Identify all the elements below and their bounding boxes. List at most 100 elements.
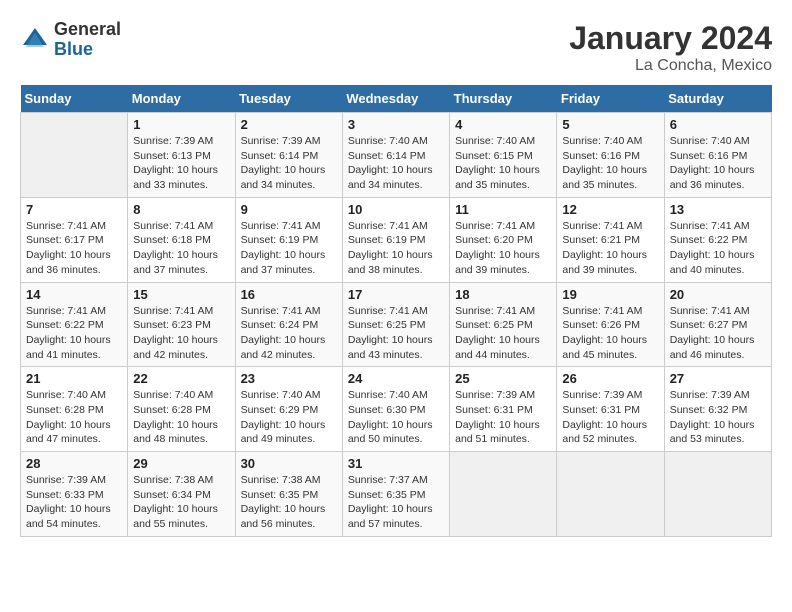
day-info: Sunrise: 7:40 AMSunset: 6:14 PMDaylight:… — [348, 134, 444, 193]
calendar-cell: 3Sunrise: 7:40 AMSunset: 6:14 PMDaylight… — [342, 113, 449, 198]
day-info: Sunrise: 7:39 AMSunset: 6:31 PMDaylight:… — [562, 388, 658, 447]
day-info: Sunrise: 7:40 AMSunset: 6:28 PMDaylight:… — [26, 388, 122, 447]
logo-blue: Blue — [54, 40, 121, 60]
calendar-cell: 19 Sunrise: 7:41 AMSunset: 6:26 PMDayligh… — [557, 282, 664, 367]
day-info: Sunrise: 7:41 AMSunset: 6:22 PMDaylight:… — [670, 219, 766, 278]
day-header-wednesday: Wednesday — [342, 85, 449, 113]
day-info: Sunrise: 7:40 AMSunset: 6:28 PMDaylight:… — [133, 388, 229, 447]
day-info: Sunrise: 7:40 AMSunset: 6:16 PMDaylight:… — [670, 134, 766, 193]
calendar-cell: 17 Sunrise: 7:41 AMSunset: 6:25 PMDayligh… — [342, 282, 449, 367]
day-number: 2 — [241, 117, 337, 132]
day-header-sunday: Sunday — [21, 85, 128, 113]
main-title: January 2024 — [569, 20, 772, 57]
logo: General Blue — [20, 20, 121, 60]
day-number: 6 — [670, 117, 766, 132]
calendar-cell: 28 Sunrise: 7:39 AMSunset: 6:33 PMDayligh… — [21, 452, 128, 537]
calendar-cell: 12 Sunrise: 7:41 AMSunset: 6:21 PMDayligh… — [557, 197, 664, 282]
day-number: 31 — [348, 456, 444, 471]
calendar-cell: 6 Sunrise: 7:40 AMSunset: 6:16 PMDaylight… — [664, 113, 771, 198]
calendar-cell: 13Sunrise: 7:41 AMSunset: 6:22 PMDayligh… — [664, 197, 771, 282]
calendar-cell: 1 Sunrise: 7:39 AMSunset: 6:13 PMDaylight… — [128, 113, 235, 198]
day-number: 4 — [455, 117, 551, 132]
day-info: Sunrise: 7:41 AMSunset: 6:25 PMDaylight:… — [348, 304, 444, 363]
day-info: Sunrise: 7:41 AMSunset: 6:26 PMDaylight:… — [562, 304, 658, 363]
calendar-cell: 29 Sunrise: 7:38 AMSunset: 6:34 PMDayligh… — [128, 452, 235, 537]
calendar-cell: 27 Sunrise: 7:39 AMSunset: 6:32 PMDayligh… — [664, 367, 771, 452]
week-row: 14 Sunrise: 7:41 AMSunset: 6:22 PMDayligh… — [21, 282, 772, 367]
day-number: 17 — [348, 287, 444, 302]
calendar-cell: 10 Sunrise: 7:41 AMSunset: 6:19 PMDayligh… — [342, 197, 449, 282]
day-info: Sunrise: 7:41 AMSunset: 6:18 PMDaylight:… — [133, 219, 229, 278]
calendar-cell: 11 Sunrise: 7:41 AMSunset: 6:20 PMDayligh… — [450, 197, 557, 282]
week-row: 7Sunrise: 7:41 AMSunset: 6:17 PMDaylight… — [21, 197, 772, 282]
calendar-table: SundayMondayTuesdayWednesdayThursdayFrid… — [20, 85, 772, 537]
day-number: 30 — [241, 456, 337, 471]
day-info: Sunrise: 7:41 AMSunset: 6:25 PMDaylight:… — [455, 304, 551, 363]
calendar-cell: 20Sunrise: 7:41 AMSunset: 6:27 PMDayligh… — [664, 282, 771, 367]
calendar-cell: 30 Sunrise: 7:38 AMSunset: 6:35 PMDayligh… — [235, 452, 342, 537]
day-info: Sunrise: 7:41 AMSunset: 6:24 PMDaylight:… — [241, 304, 337, 363]
day-info: Sunrise: 7:41 AMSunset: 6:27 PMDaylight:… — [670, 304, 766, 363]
day-info: Sunrise: 7:39 AMSunset: 6:13 PMDaylight:… — [133, 134, 229, 193]
week-row: 21 Sunrise: 7:40 AMSunset: 6:28 PMDayligh… — [21, 367, 772, 452]
day-info: Sunrise: 7:41 AMSunset: 6:23 PMDaylight:… — [133, 304, 229, 363]
day-number: 25 — [455, 371, 551, 386]
day-info: Sunrise: 7:40 AMSunset: 6:15 PMDaylight:… — [455, 134, 551, 193]
page-header: General Blue January 2024 La Concha, Mex… — [20, 20, 772, 75]
calendar-cell: 9 Sunrise: 7:41 AMSunset: 6:19 PMDaylight… — [235, 197, 342, 282]
calendar-cell — [450, 452, 557, 537]
calendar-cell: 25 Sunrise: 7:39 AMSunset: 6:31 PMDayligh… — [450, 367, 557, 452]
logo-icon — [20, 25, 50, 55]
header-row: SundayMondayTuesdayWednesdayThursdayFrid… — [21, 85, 772, 113]
day-number: 1 — [133, 117, 229, 132]
day-info: Sunrise: 7:40 AMSunset: 6:30 PMDaylight:… — [348, 388, 444, 447]
calendar-cell: 16 Sunrise: 7:41 AMSunset: 6:24 PMDayligh… — [235, 282, 342, 367]
calendar-cell: 14 Sunrise: 7:41 AMSunset: 6:22 PMDayligh… — [21, 282, 128, 367]
day-info: Sunrise: 7:41 AMSunset: 6:21 PMDaylight:… — [562, 219, 658, 278]
day-number: 11 — [455, 202, 551, 217]
day-info: Sunrise: 7:41 AMSunset: 6:19 PMDaylight:… — [241, 219, 337, 278]
day-number: 12 — [562, 202, 658, 217]
day-header-saturday: Saturday — [664, 85, 771, 113]
day-number: 26 — [562, 371, 658, 386]
day-info: Sunrise: 7:41 AMSunset: 6:22 PMDaylight:… — [26, 304, 122, 363]
day-number: 23 — [241, 371, 337, 386]
logo-general: General — [54, 20, 121, 40]
day-info: Sunrise: 7:37 AMSunset: 6:35 PMDaylight:… — [348, 473, 444, 532]
day-info: Sunrise: 7:39 AMSunset: 6:32 PMDaylight:… — [670, 388, 766, 447]
week-row: 1 Sunrise: 7:39 AMSunset: 6:13 PMDaylight… — [21, 113, 772, 198]
day-number: 24 — [348, 371, 444, 386]
day-info: Sunrise: 7:39 AMSunset: 6:33 PMDaylight:… — [26, 473, 122, 532]
title-block: January 2024 La Concha, Mexico — [569, 20, 772, 75]
day-number: 9 — [241, 202, 337, 217]
calendar-cell: 15Sunrise: 7:41 AMSunset: 6:23 PMDayligh… — [128, 282, 235, 367]
week-row: 28 Sunrise: 7:39 AMSunset: 6:33 PMDayligh… — [21, 452, 772, 537]
calendar-cell: 23Sunrise: 7:40 AMSunset: 6:29 PMDayligh… — [235, 367, 342, 452]
day-info: Sunrise: 7:38 AMSunset: 6:34 PMDaylight:… — [133, 473, 229, 532]
day-info: Sunrise: 7:38 AMSunset: 6:35 PMDaylight:… — [241, 473, 337, 532]
day-info: Sunrise: 7:41 AMSunset: 6:20 PMDaylight:… — [455, 219, 551, 278]
day-info: Sunrise: 7:39 AMSunset: 6:31 PMDaylight:… — [455, 388, 551, 447]
calendar-cell: 22 Sunrise: 7:40 AMSunset: 6:28 PMDayligh… — [128, 367, 235, 452]
day-number: 29 — [133, 456, 229, 471]
logo-text: General Blue — [54, 20, 121, 60]
calendar-cell — [557, 452, 664, 537]
day-number: 28 — [26, 456, 122, 471]
day-number: 19 — [562, 287, 658, 302]
day-info: Sunrise: 7:39 AMSunset: 6:14 PMDaylight:… — [241, 134, 337, 193]
calendar-cell: 4 Sunrise: 7:40 AMSunset: 6:15 PMDaylight… — [450, 113, 557, 198]
day-number: 22 — [133, 371, 229, 386]
calendar-cell: 2 Sunrise: 7:39 AMSunset: 6:14 PMDaylight… — [235, 113, 342, 198]
day-number: 14 — [26, 287, 122, 302]
day-info: Sunrise: 7:40 AMSunset: 6:16 PMDaylight:… — [562, 134, 658, 193]
calendar-cell: 18Sunrise: 7:41 AMSunset: 6:25 PMDayligh… — [450, 282, 557, 367]
day-number: 27 — [670, 371, 766, 386]
day-header-tuesday: Tuesday — [235, 85, 342, 113]
day-number: 16 — [241, 287, 337, 302]
calendar-cell: 31 Sunrise: 7:37 AMSunset: 6:35 PMDayligh… — [342, 452, 449, 537]
day-info: Sunrise: 7:41 AMSunset: 6:19 PMDaylight:… — [348, 219, 444, 278]
day-header-thursday: Thursday — [450, 85, 557, 113]
day-info: Sunrise: 7:41 AMSunset: 6:17 PMDaylight:… — [26, 219, 122, 278]
day-number: 10 — [348, 202, 444, 217]
day-number: 21 — [26, 371, 122, 386]
